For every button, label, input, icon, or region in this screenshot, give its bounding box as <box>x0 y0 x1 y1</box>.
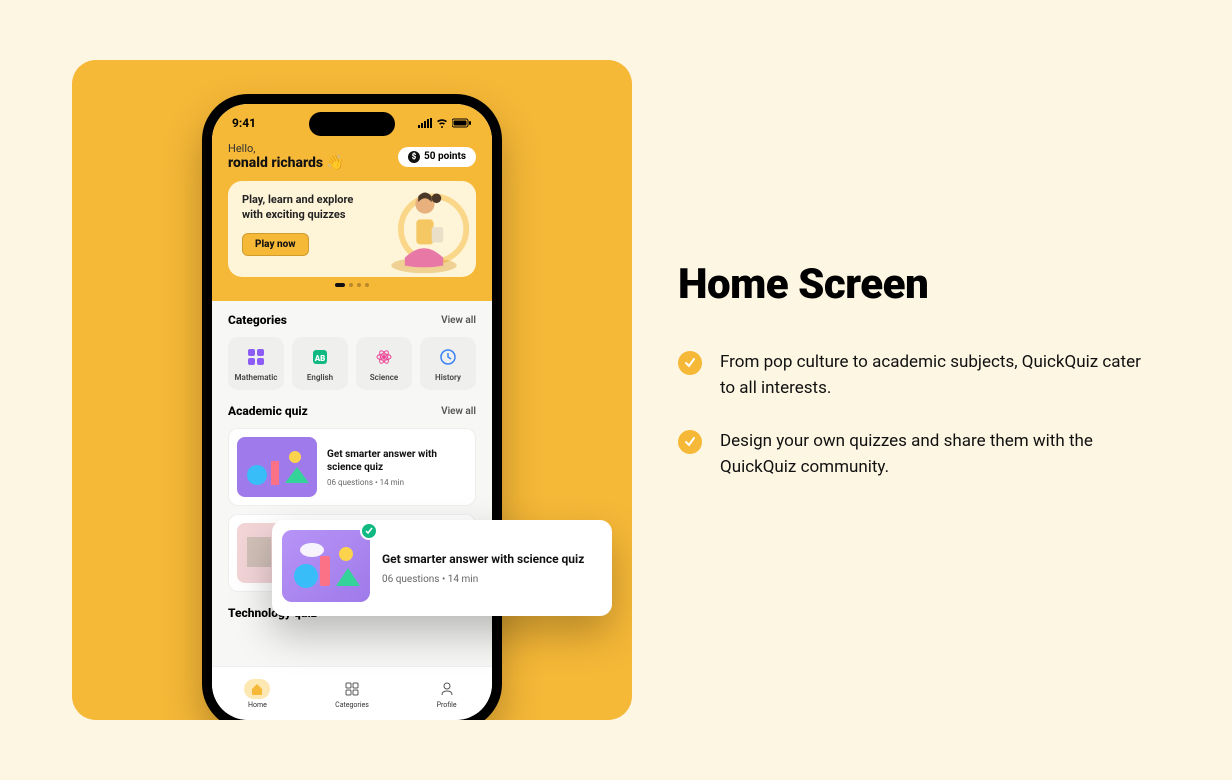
tab-home[interactable]: Home <box>244 679 270 709</box>
dot[interactable] <box>357 283 361 287</box>
phone-screen: 9:41 Hello, ronald richards 👋 $ 50 point… <box>212 104 492 720</box>
grid-icon <box>339 679 365 699</box>
check-icon <box>365 527 373 535</box>
floating-meta: 06 questions • 14 min <box>382 574 602 585</box>
tab-categories[interactable]: Categories <box>335 679 369 709</box>
dot[interactable] <box>335 283 345 287</box>
status-time: 9:41 <box>232 116 256 130</box>
categories-title: Categories <box>228 313 287 327</box>
check-icon <box>678 351 702 375</box>
floating-quiz-card[interactable]: Get smarter answer with science quiz 06 … <box>272 520 612 616</box>
wifi-icon <box>436 118 448 128</box>
english-icon: AB <box>310 347 330 367</box>
profile-icon <box>434 679 460 699</box>
hero-card[interactable]: Play, learn and explore with exciting qu… <box>228 181 476 277</box>
tab-profile[interactable]: Profile <box>434 679 460 709</box>
page-title: Home Screen <box>678 260 1154 309</box>
categories-list: Mathematic AB English Science History <box>228 337 476 390</box>
academic-title: Academic quiz <box>228 404 308 418</box>
phone-stage: 9:41 Hello, ronald richards 👋 $ 50 point… <box>72 60 632 720</box>
play-now-button[interactable]: Play now <box>242 233 309 256</box>
bullet-item: Design your own quizzes and share them w… <box>678 428 1154 481</box>
dynamic-island <box>309 112 395 136</box>
categories-viewall[interactable]: View all <box>441 315 476 326</box>
floating-thumb <box>282 530 370 602</box>
marketing-copy: Home Screen From pop culture to academic… <box>678 260 1154 506</box>
quiz-thumb <box>237 437 317 497</box>
points-pill[interactable]: $ 50 points <box>398 147 476 167</box>
battery-icon <box>452 118 472 128</box>
bullet-item: From pop culture to academic subjects, Q… <box>678 349 1154 402</box>
tabbar: Home Categories Profile <box>212 666 492 720</box>
check-badge <box>360 522 378 540</box>
dot[interactable] <box>365 283 369 287</box>
academic-viewall[interactable]: View all <box>441 406 476 417</box>
hero-text: Play, learn and explore with exciting qu… <box>242 193 370 223</box>
username-text: ronald richards 👋 <box>228 155 344 171</box>
app-header: Hello, ronald richards 👋 $ 50 points Pla… <box>212 134 492 301</box>
greeting-text: Hello, <box>228 142 344 155</box>
category-science[interactable]: Science <box>356 337 412 390</box>
history-icon <box>438 347 458 367</box>
science-icon <box>374 347 394 367</box>
hero-illustration <box>376 181 472 277</box>
category-english[interactable]: AB English <box>292 337 348 390</box>
quiz-card[interactable]: Get smarter answer with science quiz 06 … <box>228 428 476 506</box>
carousel-dots <box>228 283 476 287</box>
svg-text:AB: AB <box>314 354 326 363</box>
category-history[interactable]: History <box>420 337 476 390</box>
coin-icon: $ <box>408 151 420 163</box>
points-label: 50 points <box>424 151 466 162</box>
signal-icon <box>418 118 432 128</box>
status-icons <box>418 118 472 128</box>
dot[interactable] <box>349 283 353 287</box>
home-icon <box>244 679 270 699</box>
greeting-block: Hello, ronald richards 👋 <box>228 142 344 171</box>
math-icon <box>246 347 266 367</box>
category-mathematic[interactable]: Mathematic <box>228 337 284 390</box>
phone-frame: 9:41 Hello, ronald richards 👋 $ 50 point… <box>202 94 502 720</box>
check-icon <box>678 430 702 454</box>
floating-title: Get smarter answer with science quiz <box>382 551 602 567</box>
